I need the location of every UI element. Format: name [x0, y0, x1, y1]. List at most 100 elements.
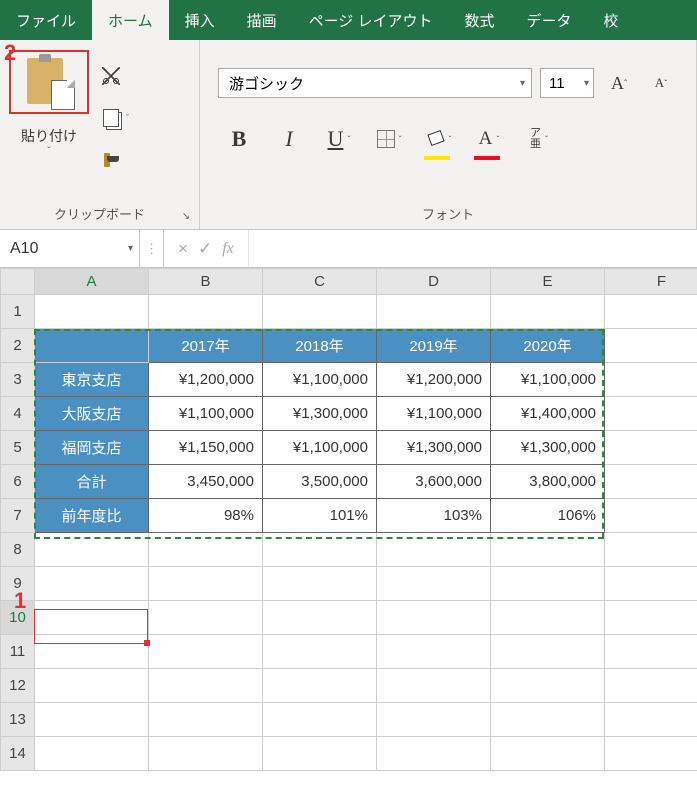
cell[interactable]	[605, 567, 697, 601]
cell[interactable]	[605, 465, 697, 499]
cell[interactable]	[491, 295, 605, 329]
cell[interactable]	[35, 601, 149, 635]
row-header[interactable]: 11	[1, 635, 35, 669]
cell[interactable]	[263, 567, 377, 601]
cell[interactable]: 合計	[35, 465, 149, 499]
tab-formulas[interactable]: 数式	[448, 0, 510, 40]
cell[interactable]: ¥1,150,000	[149, 431, 263, 465]
cell[interactable]: 東京支店	[35, 363, 149, 397]
cell[interactable]: 大阪支店	[35, 397, 149, 431]
cell[interactable]: 前年度比	[35, 499, 149, 533]
cell[interactable]	[605, 737, 697, 771]
row-header[interactable]: 13	[1, 703, 35, 737]
cell[interactable]: 3,500,000	[263, 465, 377, 499]
cell[interactable]	[491, 601, 605, 635]
worksheet-grid[interactable]: A B C D E F 122017年2018年2019年2020年3東京支店¥…	[0, 268, 697, 771]
cell[interactable]	[605, 295, 697, 329]
tab-insert[interactable]: 挿入	[169, 0, 231, 40]
cell[interactable]	[605, 397, 697, 431]
cell[interactable]	[605, 363, 697, 397]
cell[interactable]: 3,600,000	[377, 465, 491, 499]
font-color-button[interactable]: A ˇ	[470, 122, 508, 156]
select-all-corner[interactable]	[1, 269, 35, 295]
cell[interactable]: ¥1,100,000	[377, 397, 491, 431]
cell[interactable]: ¥1,100,000	[263, 363, 377, 397]
italic-button[interactable]: I	[270, 122, 308, 156]
phonetic-guide-button[interactable]: ア 亜 ˇ	[520, 122, 558, 156]
copy-dropdown-icon[interactable]: ˇ	[126, 113, 129, 123]
cell[interactable]	[377, 737, 491, 771]
cell[interactable]	[263, 295, 377, 329]
cell[interactable]: ¥1,300,000	[263, 397, 377, 431]
row-header[interactable]: 7	[1, 499, 35, 533]
copy-button[interactable]: ˇ	[100, 104, 134, 132]
name-box-resize[interactable]: ⋮	[140, 230, 164, 267]
tab-file[interactable]: ファイル	[0, 0, 92, 40]
row-header[interactable]: 4	[1, 397, 35, 431]
col-header-c[interactable]: C	[263, 269, 377, 295]
cell[interactable]: 101%	[263, 499, 377, 533]
cell[interactable]: 103%	[377, 499, 491, 533]
cell[interactable]: ¥1,200,000	[377, 363, 491, 397]
cell[interactable]	[605, 635, 697, 669]
cell[interactable]: ¥1,300,000	[377, 431, 491, 465]
borders-button[interactable]: ˇ	[370, 122, 408, 156]
cell[interactable]	[35, 635, 149, 669]
cell[interactable]	[377, 703, 491, 737]
cell[interactable]	[263, 601, 377, 635]
cell[interactable]	[605, 703, 697, 737]
cell[interactable]: 福岡支店	[35, 431, 149, 465]
cell[interactable]	[263, 635, 377, 669]
cell[interactable]	[149, 669, 263, 703]
col-header-a[interactable]: A	[35, 269, 149, 295]
cell[interactable]	[491, 635, 605, 669]
cell[interactable]	[35, 533, 149, 567]
underline-button[interactable]: U ˇ	[320, 122, 358, 156]
cell[interactable]: 2019年	[377, 329, 491, 363]
cell[interactable]: ¥1,100,000	[263, 431, 377, 465]
col-header-e[interactable]: E	[491, 269, 605, 295]
clipboard-dialog-launcher[interactable]: ↘	[179, 209, 193, 223]
cell[interactable]	[35, 703, 149, 737]
cell[interactable]	[149, 737, 263, 771]
font-name-select[interactable]: 游ゴシック ▾	[218, 68, 532, 98]
cell[interactable]	[377, 601, 491, 635]
cell[interactable]: ¥1,100,000	[149, 397, 263, 431]
formula-input[interactable]	[249, 230, 697, 267]
bold-button[interactable]: B	[220, 122, 258, 156]
tab-review[interactable]: 校	[588, 0, 635, 40]
col-header-b[interactable]: B	[149, 269, 263, 295]
cell[interactable]: ¥1,200,000	[149, 363, 263, 397]
cell[interactable]: ¥1,300,000	[491, 431, 605, 465]
cell[interactable]	[263, 703, 377, 737]
cell[interactable]	[149, 567, 263, 601]
cell[interactable]	[377, 567, 491, 601]
row-header[interactable]: 14	[1, 737, 35, 771]
cell[interactable]	[605, 431, 697, 465]
row-header[interactable]: 6	[1, 465, 35, 499]
cell[interactable]	[263, 533, 377, 567]
tab-data[interactable]: データ	[511, 0, 588, 40]
tab-draw[interactable]: 描画	[231, 0, 293, 40]
decrease-font-button[interactable]: Aˇ	[644, 68, 678, 98]
cancel-formula-button[interactable]: ×	[178, 239, 188, 259]
cell[interactable]	[149, 601, 263, 635]
cell[interactable]	[263, 737, 377, 771]
cell[interactable]	[35, 669, 149, 703]
cell[interactable]: 2017年	[149, 329, 263, 363]
cell[interactable]: 106%	[491, 499, 605, 533]
cell[interactable]	[491, 737, 605, 771]
font-size-select[interactable]: 11 ▾	[540, 68, 594, 98]
cell[interactable]	[149, 703, 263, 737]
cell[interactable]	[263, 669, 377, 703]
paste-dropdown-icon[interactable]: ˇ	[47, 146, 50, 157]
row-header[interactable]: 1	[1, 295, 35, 329]
cell[interactable]	[149, 295, 263, 329]
cell[interactable]	[491, 703, 605, 737]
col-header-d[interactable]: D	[377, 269, 491, 295]
cell[interactable]: 3,800,000	[491, 465, 605, 499]
cell[interactable]	[149, 533, 263, 567]
tab-page-layout[interactable]: ページ レイアウト	[293, 0, 449, 40]
name-box[interactable]: A10 ▾	[0, 230, 140, 267]
cell[interactable]	[35, 329, 149, 363]
